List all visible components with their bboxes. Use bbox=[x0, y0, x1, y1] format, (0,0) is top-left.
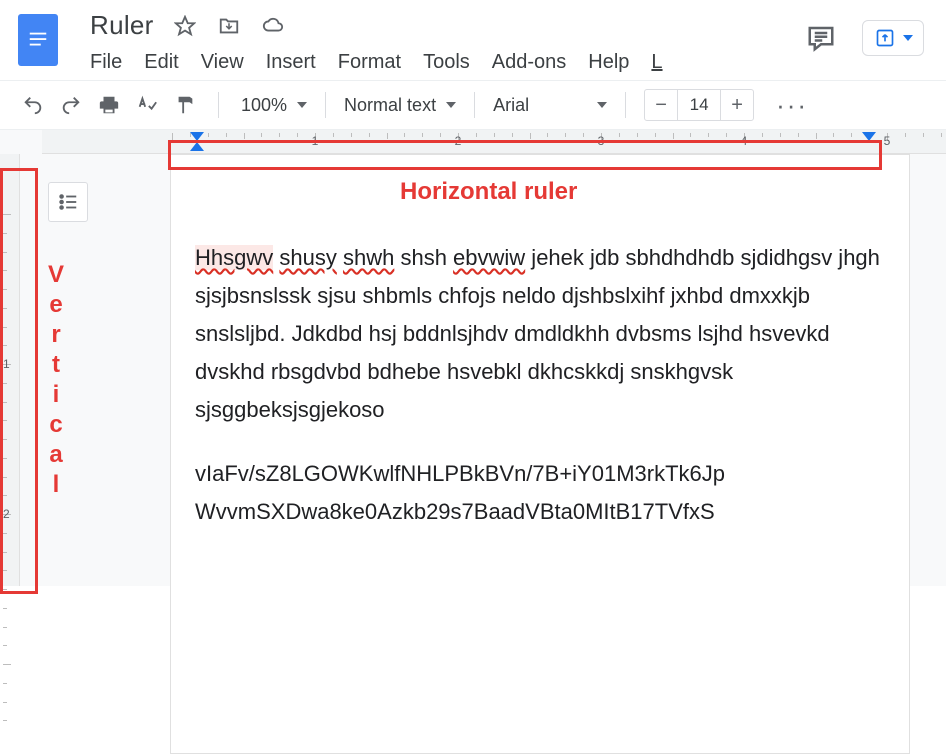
font-size-decrease[interactable]: − bbox=[645, 90, 677, 120]
annotation-vertical-label: V e r t i c a l bbox=[48, 260, 64, 500]
spellcheck-button[interactable] bbox=[132, 90, 162, 120]
font-family-value: Arial bbox=[493, 95, 529, 116]
toolbar-separator bbox=[625, 92, 626, 118]
paragraph-text: jehek jdb sbhdhdhdb sjdidhgsv jhgh sjsjb… bbox=[195, 245, 886, 422]
comments-button[interactable] bbox=[804, 21, 838, 55]
paragraph: vIaFv/sZ8LGOWKwlfNHLPBkBVn/7B+iY01M3rkTk… bbox=[195, 455, 881, 531]
toolbar-separator bbox=[474, 92, 475, 118]
menu-file[interactable]: File bbox=[90, 51, 122, 74]
paragraph: Hhsgwv shusy shwh shsh ebvwiw jehek jdb … bbox=[195, 239, 881, 429]
toolbar: 100% Normal text Arial − 14 + ··· bbox=[0, 80, 946, 130]
menu-insert[interactable]: Insert bbox=[266, 51, 316, 74]
zoom-value: 100% bbox=[241, 95, 287, 116]
chevron-down-icon bbox=[597, 102, 607, 108]
ruler-tick-label: 5 bbox=[884, 134, 891, 148]
doc-title[interactable]: Ruler bbox=[90, 10, 154, 41]
undo-button[interactable] bbox=[18, 90, 48, 120]
present-icon bbox=[875, 28, 895, 48]
font-family-select[interactable]: Arial bbox=[493, 95, 607, 116]
annotation-horizontal-label: Horizontal ruler bbox=[400, 178, 577, 206]
annotation-horizontal-box bbox=[168, 140, 882, 170]
font-size-group: − 14 + bbox=[644, 89, 754, 121]
chevron-down-icon bbox=[903, 35, 913, 41]
toolbar-separator bbox=[218, 92, 219, 118]
title-row: Ruler bbox=[90, 10, 663, 41]
outline-toggle-button[interactable] bbox=[48, 182, 88, 222]
menu-bar: File Edit View Insert Format Tools Add-o… bbox=[90, 51, 663, 74]
header-bar: Ruler File Edit View Insert Format Tools… bbox=[0, 0, 946, 80]
menu-edit[interactable]: Edit bbox=[144, 51, 178, 74]
chevron-down-icon bbox=[297, 102, 307, 108]
font-size-input[interactable]: 14 bbox=[677, 90, 721, 120]
redo-button[interactable] bbox=[56, 90, 86, 120]
star-icon[interactable] bbox=[172, 13, 198, 39]
docs-logo-icon bbox=[26, 29, 50, 51]
menu-view[interactable]: View bbox=[201, 51, 244, 74]
menu-tools[interactable]: Tools bbox=[423, 51, 470, 74]
font-size-increase[interactable]: + bbox=[721, 90, 753, 120]
move-folder-icon[interactable] bbox=[216, 13, 242, 39]
paint-format-button[interactable] bbox=[170, 90, 200, 120]
present-button[interactable] bbox=[862, 20, 924, 56]
docs-logo[interactable] bbox=[18, 14, 58, 66]
annotation-vertical-box bbox=[0, 168, 38, 594]
toolbar-separator bbox=[325, 92, 326, 118]
zoom-select[interactable]: 100% bbox=[241, 95, 307, 116]
menu-last-edit[interactable]: L bbox=[651, 51, 662, 74]
menu-addons[interactable]: Add-ons bbox=[492, 51, 567, 74]
paragraph-style-select[interactable]: Normal text bbox=[344, 95, 456, 116]
title-area: Ruler File Edit View Insert Format Tools… bbox=[90, 10, 663, 74]
cloud-status-icon[interactable] bbox=[260, 13, 286, 39]
paragraph-style-value: Normal text bbox=[344, 95, 436, 116]
print-button[interactable] bbox=[94, 90, 124, 120]
chevron-down-icon bbox=[446, 102, 456, 108]
document-page[interactable]: Hhsgwv shusy shwh shsh ebvwiw jehek jdb … bbox=[170, 154, 910, 754]
highlighted-word: Hhsgwv bbox=[195, 245, 273, 270]
more-toolbar-button[interactable]: ··· bbox=[776, 90, 808, 121]
menu-help[interactable]: Help bbox=[588, 51, 629, 74]
header-actions bbox=[804, 20, 924, 56]
menu-format[interactable]: Format bbox=[338, 51, 401, 74]
